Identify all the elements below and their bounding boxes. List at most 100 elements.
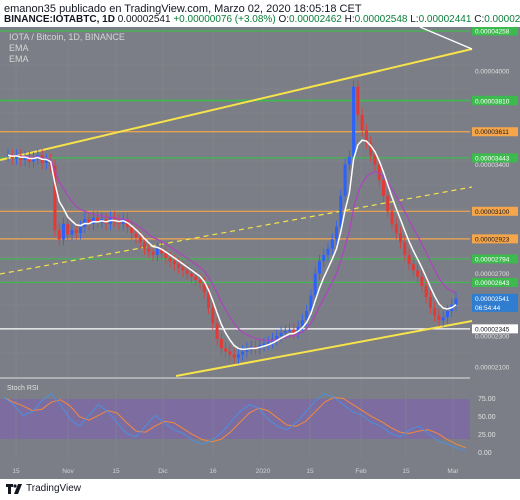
rsi-title: Stoch RSI <box>7 385 39 392</box>
candle-body <box>411 264 415 271</box>
low-value: 0.00002441 <box>418 14 472 25</box>
candle-body <box>343 164 347 196</box>
rsi-level-label: 50.00 <box>478 414 496 421</box>
high-value: 0.00002548 <box>354 14 408 25</box>
time-tick-label: Dic <box>158 468 168 475</box>
price-tag-label: 0.00002100 <box>475 365 510 372</box>
price-tag-label: 0.00002923 <box>475 236 510 243</box>
candle-body <box>189 273 193 277</box>
candle-body <box>172 261 176 265</box>
candle-body <box>57 229 61 240</box>
time-tick-label: Feb <box>355 468 367 475</box>
candle-body <box>352 86 356 157</box>
candle-body <box>143 242 147 249</box>
price-tag-label: 0.00003400 <box>475 162 510 169</box>
candle-body <box>207 292 211 308</box>
symbol: BINANCE:IOTABTC, 1D <box>4 14 115 25</box>
candle-body <box>198 279 202 283</box>
candle-body <box>390 211 394 224</box>
candle-body <box>266 342 270 344</box>
close-label: C: <box>474 14 485 25</box>
candle-body <box>433 307 437 316</box>
tradingview-logo-icon <box>6 484 22 494</box>
price-tag-label: 0.00004000 <box>475 69 510 76</box>
rsi-level-label: 0.00 <box>478 450 492 457</box>
candle-body <box>403 242 407 255</box>
candle-body <box>211 307 215 324</box>
candle-body <box>428 296 432 308</box>
candle-body <box>322 254 326 262</box>
candle-body <box>407 254 411 265</box>
candle-body <box>381 180 385 196</box>
open-label: O: <box>278 14 289 25</box>
price-tag-label: 0.00002345 <box>475 326 510 333</box>
footer: TradingView <box>0 479 520 500</box>
candle-body <box>288 329 292 332</box>
candle-body <box>399 233 403 243</box>
candle-body <box>373 155 377 165</box>
time-tick-label: Mar <box>447 468 459 475</box>
candle-body <box>356 86 360 115</box>
candle-body <box>74 229 78 234</box>
price-tag-label: 0.00003810 <box>475 98 510 105</box>
time-tick-label: Nov <box>62 468 74 475</box>
rsi-level-label: 75.00 <box>478 396 496 403</box>
candle-body <box>228 351 232 355</box>
candle-body <box>437 315 441 321</box>
time-tick-label: 15 <box>112 468 120 475</box>
price-tag-label: 0.00002643 <box>475 280 510 287</box>
price-chart[interactable]: 75.00 50.00 25.00 0.00 0.00004258 0.00004000… <box>0 26 520 479</box>
candle-body <box>262 343 266 346</box>
time-tick-label: 15 <box>306 468 314 475</box>
pair-legend: IOTA / Bitcoin, 1D, BINANCE <box>9 32 125 42</box>
price-tag-label: 0.00003611 <box>475 129 509 136</box>
time-tick-label: 16 <box>209 468 217 475</box>
candle-body <box>283 331 287 333</box>
candle-body <box>330 239 334 249</box>
candle-body <box>164 253 168 259</box>
candle-body <box>424 286 428 297</box>
candle-body <box>79 226 83 234</box>
close-value: 0.00002541 <box>484 14 520 25</box>
rsi-level-label: 25.00 <box>478 432 496 439</box>
candle-body <box>215 323 219 339</box>
ema-legend-1[interactable]: EMA <box>9 43 29 53</box>
ticker-info: BINANCE:IOTABTC, 1D 0.00002541 +0.000000… <box>4 14 520 25</box>
low-label: L: <box>410 14 419 25</box>
candle-body <box>360 114 364 131</box>
candle-body <box>236 354 240 358</box>
candle-body <box>138 237 142 243</box>
candle-body <box>279 332 283 336</box>
candle-body <box>339 195 343 227</box>
candle-body <box>181 267 185 271</box>
candle-body <box>420 276 424 287</box>
candle-body <box>394 223 398 234</box>
candle-body <box>416 270 420 277</box>
price-tag-label: 06:54:44 <box>475 305 501 312</box>
price-tag-label: 0.00002300 <box>475 333 510 340</box>
candle-body <box>224 348 228 352</box>
candle-body <box>185 270 189 274</box>
candle-body <box>347 156 351 165</box>
candle-body <box>147 248 151 252</box>
candle-body <box>313 273 317 296</box>
candle-body <box>155 248 159 255</box>
candle-body <box>326 248 330 255</box>
candle-body <box>177 264 181 268</box>
ema-legend-2[interactable]: EMA <box>9 54 29 64</box>
candle-body <box>151 251 155 255</box>
chart-canvas[interactable]: 75.00 50.00 25.00 0.00 0.00004258 0.00004000… <box>0 26 520 479</box>
candle-body <box>441 317 445 321</box>
candle-body <box>134 233 138 238</box>
open-value: 0.00002462 <box>289 14 342 25</box>
candle-body <box>66 223 70 235</box>
price-change: +0.00000076 (+3.08%) <box>173 14 276 25</box>
high-label: H: <box>344 14 355 25</box>
time-tick-label: 15 <box>402 468 410 475</box>
candle-body <box>232 354 236 358</box>
price-tag-label: 0.00002541 <box>475 296 510 303</box>
candle-body <box>335 226 339 240</box>
candle-body <box>241 351 245 355</box>
candle-body <box>454 298 458 305</box>
candle-body <box>61 223 65 240</box>
